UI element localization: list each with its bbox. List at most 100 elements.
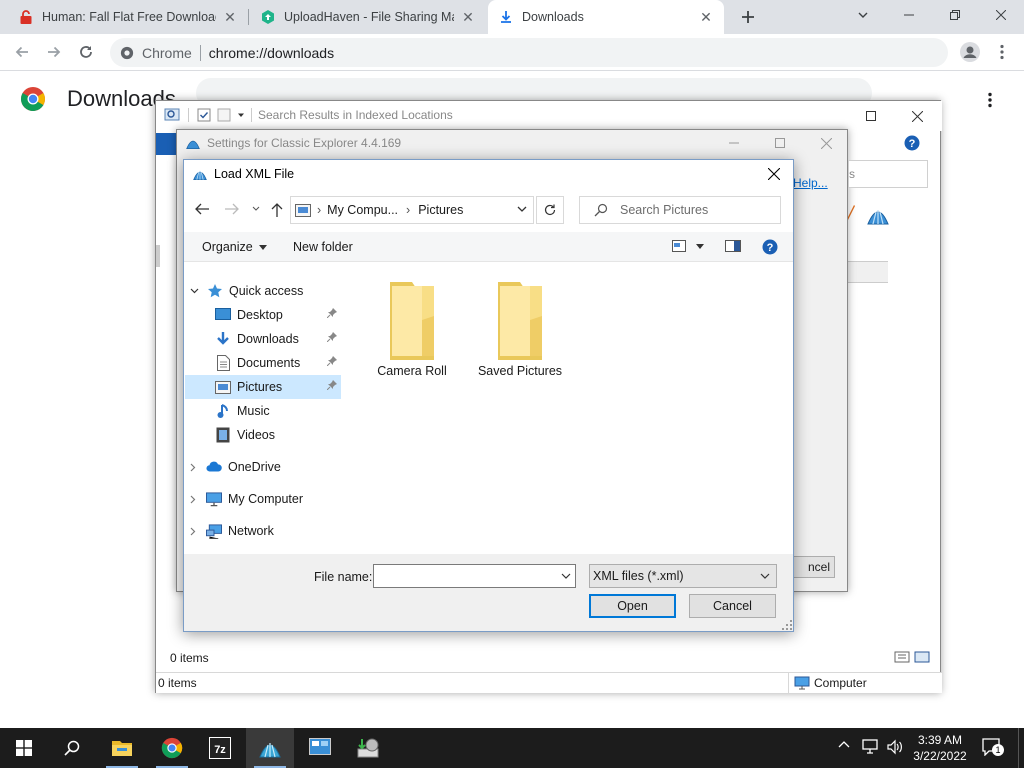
show-hidden-icons-button[interactable]: [838, 740, 850, 748]
volume-button[interactable]: [886, 739, 904, 755]
help-button[interactable]: ?: [904, 135, 920, 151]
ribbon-file-tab[interactable]: [156, 133, 176, 155]
action-center-button[interactable]: 1: [982, 738, 1004, 756]
cancel-button[interactable]: Cancel: [689, 594, 776, 618]
start-button[interactable]: [0, 728, 48, 768]
up-button[interactable]: [270, 202, 284, 218]
tree-desktop[interactable]: Desktop: [215, 303, 341, 327]
downloads-folder-icon: [215, 331, 231, 347]
folder-icon: [390, 282, 434, 360]
tab-search-button[interactable]: [840, 0, 886, 30]
dialog-help-button[interactable]: ?: [762, 239, 778, 255]
tree-my-computer[interactable]: My Computer: [190, 487, 303, 511]
new-tab-button[interactable]: [736, 6, 760, 28]
dialog-back-button[interactable]: [194, 202, 210, 216]
resize-grip-icon[interactable]: [782, 620, 792, 630]
taskbar-chrome[interactable]: [148, 728, 196, 768]
lock-icon: [18, 9, 34, 25]
view-options-button[interactable]: [672, 240, 704, 252]
help-icon: ?: [762, 239, 778, 255]
taskbar-installer[interactable]: [344, 728, 392, 768]
explorer-restore-button[interactable]: [848, 101, 894, 131]
new-folder-button[interactable]: New folder: [293, 240, 353, 254]
taskbar-classic-explorer-settings[interactable]: [246, 728, 294, 768]
dialog-forward-button[interactable]: [224, 202, 240, 216]
preview-pane-icon: [725, 240, 741, 252]
tree-quick-access[interactable]: Quick access: [190, 279, 303, 303]
dialog-close-button[interactable]: [754, 160, 794, 188]
tree-music[interactable]: Music: [215, 399, 270, 423]
close-icon: [911, 110, 923, 122]
restore-button[interactable]: [932, 0, 978, 30]
tab-human-fall-flat[interactable]: Human: Fall Flat Free Download ( ✕: [8, 0, 248, 34]
tree-pictures[interactable]: Pictures: [185, 375, 341, 399]
refresh-icon: [544, 204, 556, 216]
help-link[interactable]: Help...: [793, 176, 828, 190]
tree-videos[interactable]: Videos: [215, 423, 275, 447]
folder-saved-pictures[interactable]: Saved Pictures: [474, 278, 566, 388]
back-button[interactable]: [8, 38, 36, 66]
explorer-search-box-edge: [848, 261, 888, 283]
folder-camera-roll[interactable]: Camera Roll: [370, 278, 454, 388]
breadcrumb[interactable]: › My Compu... › Pictures: [290, 196, 534, 224]
open-button[interactable]: Open: [589, 594, 676, 618]
navigation-pane: Quick access Desktop Downloads Documents…: [184, 263, 344, 553]
close-icon[interactable]: ✕: [460, 9, 476, 25]
uploadhaven-icon: [260, 9, 276, 25]
explorer-search-box[interactable]: s: [848, 160, 928, 188]
kebab-menu-icon: [1000, 44, 1004, 60]
windows-logo-icon: [16, 740, 32, 756]
close-icon[interactable]: ✕: [222, 9, 238, 25]
recent-locations-button[interactable]: [252, 206, 260, 212]
pictures-icon: [215, 379, 231, 395]
network-tray-button[interactable]: [862, 739, 880, 755]
profile-button[interactable]: [956, 38, 984, 66]
address-divider: [199, 44, 201, 61]
taskbar-control-panel[interactable]: [296, 728, 344, 768]
search-input[interactable]: Search Pictures: [579, 196, 781, 224]
tab-divider: [248, 9, 249, 25]
settings-minimize-button[interactable]: [711, 130, 757, 156]
view-pane-icon[interactable]: [870, 205, 871, 206]
file-name-dropdown-icon[interactable]: [561, 573, 571, 580]
details-view-icon[interactable]: [894, 651, 930, 663]
refresh-button[interactable]: [536, 196, 564, 224]
close-window-button[interactable]: [978, 0, 1024, 30]
close-icon[interactable]: ✕: [698, 9, 714, 25]
classic-explorer-icon[interactable]: [866, 204, 890, 226]
tree-onedrive[interactable]: OneDrive: [190, 455, 281, 479]
minimize-button[interactable]: [886, 0, 932, 30]
explorer-close-button[interactable]: [894, 101, 940, 131]
tab-uploadhaven[interactable]: UploadHaven - File Sharing Mad ✕: [250, 0, 486, 34]
show-desktop-button[interactable]: [1018, 728, 1024, 768]
file-name-input[interactable]: [373, 564, 576, 588]
clock[interactable]: 3:39 AM 3/22/2022: [912, 732, 968, 764]
tab-downloads[interactable]: Downloads ✕: [488, 0, 724, 34]
menu-button[interactable]: [988, 38, 1016, 66]
status-item-count-bottom: 0 items: [158, 676, 197, 690]
organize-button[interactable]: Organize: [202, 240, 267, 254]
search-button[interactable]: [48, 728, 96, 768]
dialog-title: Load XML File: [214, 167, 295, 181]
address-bar[interactable]: Chrome chrome://downloads: [110, 38, 948, 67]
settings-close-button[interactable]: [803, 130, 849, 156]
taskbar-file-explorer[interactable]: [98, 728, 146, 768]
arrow-right-icon: [48, 46, 61, 58]
tree-label: My Computer: [228, 492, 304, 506]
tree-network[interactable]: Network: [190, 519, 274, 543]
breadcrumb-pictures[interactable]: Pictures: [418, 203, 463, 217]
forward-button[interactable]: [40, 38, 68, 66]
settings-maximize-button[interactable]: [757, 130, 803, 156]
reload-button[interactable]: [72, 38, 100, 66]
shell-icon: [186, 140, 200, 150]
tree-documents[interactable]: Documents: [215, 351, 341, 375]
file-type-select[interactable]: XML files (*.xml): [589, 564, 777, 588]
breadcrumb-my-computer[interactable]: My Compu...: [327, 203, 398, 217]
downloads-menu-button[interactable]: [978, 88, 1002, 112]
address-dropdown-icon[interactable]: [517, 205, 527, 213]
preview-pane-button[interactable]: [725, 240, 741, 252]
tree-downloads[interactable]: Downloads: [215, 327, 341, 351]
dialog-titlebar: Load XML File: [192, 167, 294, 181]
reload-icon: [80, 46, 92, 58]
taskbar-7zip[interactable]: 7z: [196, 728, 244, 768]
